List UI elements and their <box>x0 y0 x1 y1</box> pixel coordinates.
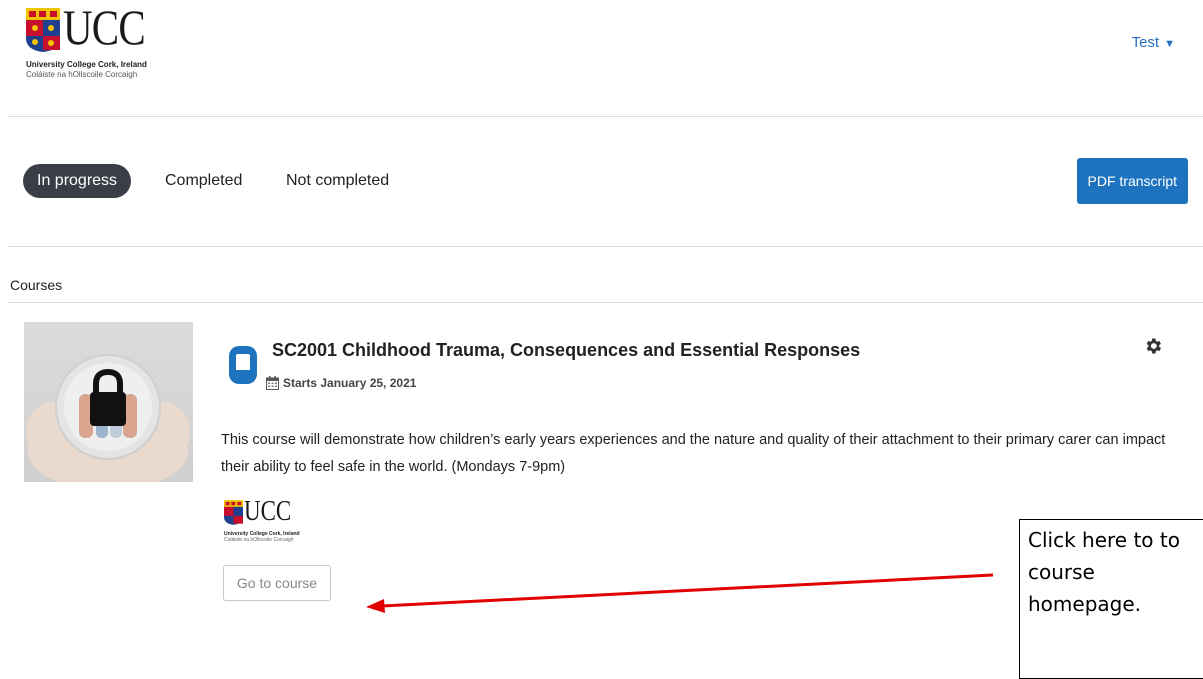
course-description: This course will demonstrate how childre… <box>221 432 1166 475</box>
course-tablet-icon <box>229 346 257 384</box>
ucc-crest-icon <box>224 500 243 525</box>
course-title[interactable]: SC2001 Childhood Trauma, Consequences an… <box>272 340 860 361</box>
user-menu[interactable]: Test ▼ <box>1132 34 1175 51</box>
divider <box>8 246 1203 247</box>
divider <box>8 116 1203 117</box>
calendar-icon <box>266 376 279 390</box>
tab-in-progress[interactable]: In progress <box>23 164 132 198</box>
course-image[interactable] <box>24 322 193 482</box>
logo-subtitle-ga: Coláiste na hOllscoile Corcaigh <box>224 537 294 543</box>
divider <box>8 302 1203 303</box>
tab-not-completed[interactable]: Not completed <box>286 164 389 198</box>
caret-down-icon: ▼ <box>1164 38 1175 50</box>
ucc-logo[interactable]: UCC University College Cork, Ireland Col… <box>26 2 186 88</box>
course-provider-logo: UCC University College Cork, Ireland Col… <box>224 496 319 554</box>
logo-wordmark: UCC <box>63 0 146 55</box>
logo-subtitle-ga: Coláiste na hOllscoile Corcaigh <box>26 70 138 79</box>
course-start-date: Starts January 25, 2021 <box>283 376 417 390</box>
gear-icon[interactable] <box>1143 336 1163 356</box>
go-to-course-button[interactable]: Go to course <box>223 565 331 601</box>
pdf-transcript-button[interactable]: PDF transcript <box>1076 158 1188 204</box>
annotation-callout: Click here to to course homepage. <box>1019 519 1203 679</box>
ucc-crest-icon <box>26 8 60 52</box>
section-title: Courses <box>10 277 63 293</box>
tab-completed[interactable]: Completed <box>165 164 242 198</box>
logo-wordmark: UCC <box>244 496 292 527</box>
user-name: Test <box>1131 34 1160 51</box>
hands-lock-image <box>26 354 190 482</box>
logo-subtitle-en: University College Cork, Ireland <box>26 60 147 69</box>
